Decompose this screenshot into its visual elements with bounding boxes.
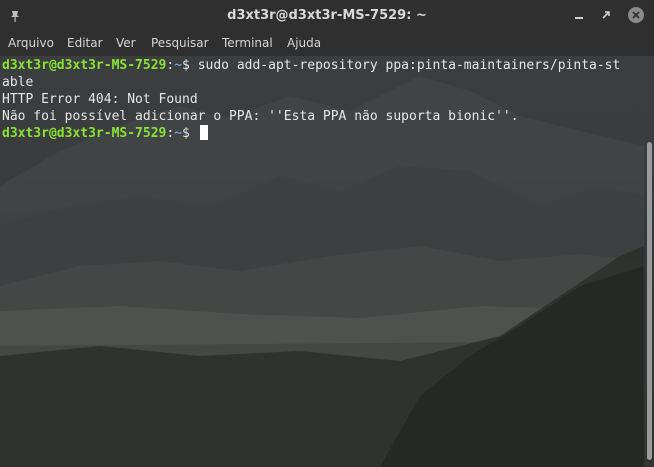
menu-editar[interactable]: Editar [67,31,103,56]
prompt-user: d3xt3r@d3xt3r-MS-7529 [2,126,167,141]
menu-bar: Arquivo Editar Ver Pesquisar Terminal Aj… [0,31,654,56]
prompt-symbol: $ [182,126,198,141]
scrollbar-thumb[interactable] [647,142,652,460]
maximize-button[interactable] [598,7,614,23]
output-line: Não foi possível adicionar o PPA: ''Esta… [2,109,519,124]
text-cursor [199,125,208,140]
minimize-button[interactable] [571,7,587,23]
minimize-icon [575,17,583,19]
output-line: HTTP Error 404: Not Found [2,92,198,107]
terminal-area[interactable]: d3xt3r@d3xt3r-MS-7529:~$ sudo add-apt-re… [0,56,654,467]
terminal-output: d3xt3r@d3xt3r-MS-7529:~$ sudo add-apt-re… [2,57,642,142]
prompt-user: d3xt3r@d3xt3r-MS-7529 [2,58,167,73]
menu-terminal[interactable]: Terminal [222,31,273,56]
menu-ver[interactable]: Ver [116,31,136,56]
menu-ajuda[interactable]: Ajuda [287,31,321,56]
maximize-icon [602,11,610,19]
prompt-symbol: $ [182,58,198,73]
close-icon [632,11,640,19]
title-bar: d3xt3r@d3xt3r-MS-7529: ~ [0,0,654,31]
menu-pesquisar[interactable]: Pesquisar [151,31,209,56]
prompt-path: ~ [174,126,183,141]
prompt-path: ~ [174,58,183,73]
scrollbar[interactable] [644,56,654,467]
close-button[interactable] [628,7,644,23]
window-title: d3xt3r@d3xt3r-MS-7529: ~ [227,8,427,23]
menu-arquivo[interactable]: Arquivo [8,31,54,56]
